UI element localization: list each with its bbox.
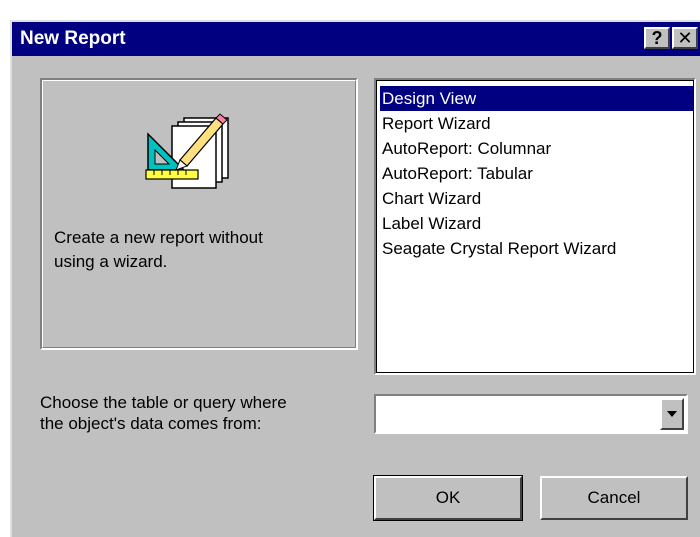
source-combobox[interactable] [374,394,688,434]
list-item[interactable]: Chart Wizard [380,186,694,211]
dialog-title: New Report [20,28,126,49]
title-bar[interactable]: New Report ? ✕ [12,22,700,56]
list-item[interactable]: AutoReport: Columnar [380,136,694,161]
list-item[interactable]: AutoReport: Tabular [380,161,694,186]
new-report-dialog: New Report ? ✕ Create a new report witho [10,20,700,537]
list-item[interactable]: Design View [380,86,694,111]
dropdown-arrow-icon[interactable] [660,398,684,430]
report-design-icon [145,113,229,189]
list-item[interactable]: Report Wizard [380,111,694,136]
source-label: Choose the table or query where the obje… [40,393,287,433]
preview-description: Create a new report without using a wiza… [54,228,263,271]
help-button[interactable]: ? [644,27,670,49]
ok-button[interactable]: OK [373,475,523,521]
cancel-button[interactable]: Cancel [540,476,688,520]
close-button[interactable]: ✕ [672,27,698,49]
list-item[interactable]: Label Wizard [380,211,694,236]
list-item[interactable]: Seagate Crystal Report Wizard [380,236,694,261]
preview-pane: Create a new report without using a wiza… [40,78,358,350]
report-type-list[interactable]: Design View Report Wizard AutoReport: Co… [374,78,696,375]
